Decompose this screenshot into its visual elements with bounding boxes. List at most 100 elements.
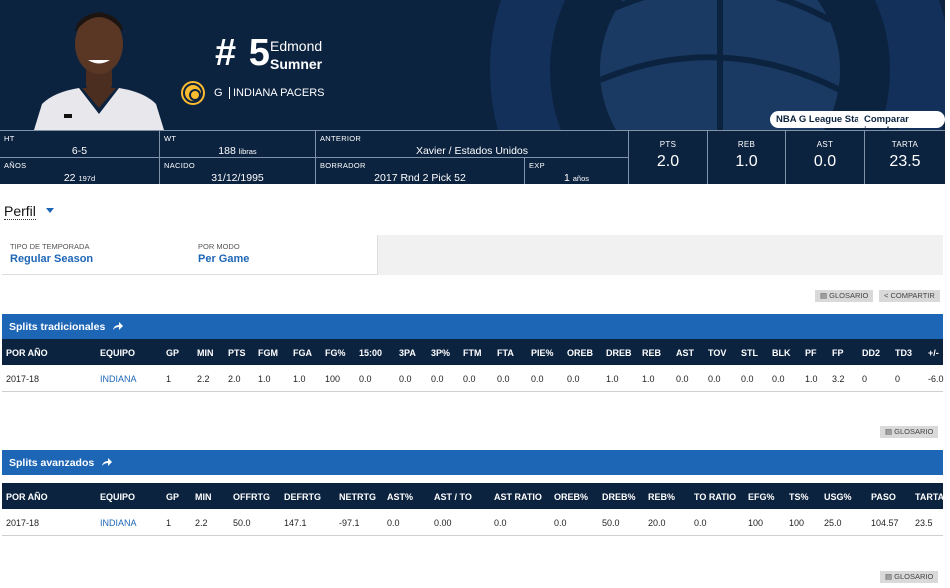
cell-2: 1 xyxy=(166,518,172,528)
column-header-21[interactable]: PF xyxy=(805,348,817,358)
cell-5: 147.1 xyxy=(284,518,307,528)
bio-birthdate: NACIDO 31/12/1995 xyxy=(160,157,316,184)
column-header-19[interactable]: STL xyxy=(741,348,758,358)
column-header-6[interactable]: NETRTG xyxy=(339,492,376,502)
column-header-4[interactable]: PTS xyxy=(228,348,246,358)
stat-reb: REB 1.0 xyxy=(708,130,786,184)
share-arrow-icon[interactable] xyxy=(112,321,124,331)
column-header-12[interactable]: REB% xyxy=(648,492,675,502)
share-button[interactable]: < COMPARTIR xyxy=(879,290,940,302)
cell-7: 0.0 xyxy=(387,518,400,528)
player-position: G xyxy=(214,87,223,99)
column-header-11[interactable]: DREB% xyxy=(602,492,636,502)
column-header-17[interactable]: PASO xyxy=(871,492,896,502)
column-header-0[interactable]: POR AÑO xyxy=(6,492,48,502)
column-header-16[interactable]: USG% xyxy=(824,492,852,502)
column-header-20[interactable]: BLK xyxy=(772,348,791,358)
column-header-18[interactable]: TARTA xyxy=(915,492,944,502)
glossary-button[interactable]: ▤ GLOSARIO xyxy=(880,426,939,438)
column-header-9[interactable]: 3PA xyxy=(399,348,416,358)
column-header-24[interactable]: TD3 xyxy=(895,348,912,358)
column-header-2[interactable]: GP xyxy=(166,492,179,502)
cell-7: 100 xyxy=(325,374,341,384)
cell-0: 2017-18 xyxy=(6,518,40,528)
stat-pts: PTS 2.0 xyxy=(629,130,708,184)
column-header-9[interactable]: AST RATIO xyxy=(494,492,542,502)
cell-11: 50.0 xyxy=(602,518,620,528)
share-arrow-icon[interactable] xyxy=(101,457,113,467)
column-header-4[interactable]: OFFRTG xyxy=(233,492,270,502)
column-header-8[interactable]: AST / TO xyxy=(434,492,472,502)
column-header-0[interactable]: POR AÑO xyxy=(6,348,48,358)
bio-prior: ANTERIOR Xavier / Estados Unidos xyxy=(316,130,629,157)
column-header-5[interactable]: DEFRTG xyxy=(284,492,321,502)
cell-5: 1.0 xyxy=(258,374,271,384)
compare-player-button[interactable]: Comparar jugador xyxy=(858,111,945,130)
column-header-3[interactable]: MIN xyxy=(197,348,214,358)
column-header-12[interactable]: FTA xyxy=(497,348,514,358)
column-header-13[interactable]: PIE% xyxy=(531,348,554,358)
column-header-1[interactable]: EQUIPO xyxy=(100,492,135,502)
stat-pie: TARTA 23.5 xyxy=(865,130,945,184)
column-header-25[interactable]: +/- xyxy=(928,348,939,358)
bio-draft: BORRADOR 2017 Rnd 2 Pick 52 xyxy=(316,157,525,184)
chevron-down-icon[interactable] xyxy=(46,208,54,213)
column-header-23[interactable]: DD2 xyxy=(862,348,880,358)
player-last-name: Sumner xyxy=(270,56,323,72)
column-header-5[interactable]: FGM xyxy=(258,348,278,358)
player-photo xyxy=(34,12,164,130)
column-header-17[interactable]: AST xyxy=(676,348,694,358)
column-header-10[interactable]: 3P% xyxy=(431,348,450,358)
cell-25: -6.0 xyxy=(928,374,944,384)
column-header-7[interactable]: AST% xyxy=(387,492,413,502)
cell-16: 25.0 xyxy=(824,518,842,528)
column-header-14[interactable]: OREB xyxy=(567,348,593,358)
season-type-select[interactable]: Regular Season xyxy=(10,253,93,265)
cell-0: 2017-18 xyxy=(6,374,40,384)
column-header-15[interactable]: DREB xyxy=(606,348,632,358)
column-header-7[interactable]: FG% xyxy=(325,348,346,358)
column-header-14[interactable]: EFG% xyxy=(748,492,775,502)
cell-19: 0.0 xyxy=(741,374,754,384)
cell-1[interactable]: INDIANA xyxy=(100,374,137,384)
column-header-6[interactable]: FGA xyxy=(293,348,312,358)
column-header-1[interactable]: EQUIPO xyxy=(100,348,135,358)
cell-4: 2.0 xyxy=(228,374,241,384)
cell-24: 0 xyxy=(895,374,901,384)
column-header-15[interactable]: TS% xyxy=(789,492,809,502)
column-header-10[interactable]: OREB% xyxy=(554,492,588,502)
player-hero: # 5 Edmond Sumner G INDIANA PACERS NBA G… xyxy=(0,0,945,130)
cell-17: 0.0 xyxy=(676,374,689,384)
column-header-16[interactable]: REB xyxy=(642,348,661,358)
cell-9: 0.0 xyxy=(494,518,507,528)
cell-15: 100 xyxy=(789,518,805,528)
jersey-number: # 5 xyxy=(215,32,271,74)
bio-age: AÑOS 22 197d xyxy=(0,157,160,184)
column-header-2[interactable]: GP xyxy=(166,348,179,358)
cell-1[interactable]: INDIANA xyxy=(100,518,137,528)
column-header-13[interactable]: TO RATIO xyxy=(694,492,736,502)
traditional-splits-title[interactable]: Splits tradicionales xyxy=(2,314,943,339)
cell-10: 0.0 xyxy=(431,374,444,384)
column-header-22[interactable]: FP xyxy=(832,348,844,358)
column-header-18[interactable]: TOV xyxy=(708,348,726,358)
column-header-3[interactable]: MIN xyxy=(195,492,212,502)
glossary-button[interactable]: ▤ GLOSARIO xyxy=(880,571,939,583)
filter-bar: TIPO DE TEMPORADA Regular Season POR MOD… xyxy=(2,235,943,275)
cell-6: -97.1 xyxy=(339,518,360,528)
cell-23: 0 xyxy=(862,374,868,384)
column-header-8[interactable]: 15:00 xyxy=(359,348,382,358)
table-row: 2017-18 INDIANA 1 2.2 2.0 1.0 1.0 100 0.0 0.0 0.0 0… xyxy=(2,365,944,392)
cell-13: 0.0 xyxy=(694,518,707,528)
cell-18: 0.0 xyxy=(708,374,721,384)
glossary-button[interactable]: ▤ GLOSARIO xyxy=(815,290,874,302)
team-logo-icon[interactable] xyxy=(183,83,203,103)
per-mode-select[interactable]: Per Game xyxy=(198,253,249,265)
per-mode-label: POR MODO xyxy=(198,242,240,251)
traditional-table-header: POR AÑO EQUIPO GP MIN PTS FGM FGA FG% 15:00 3PA 3P… xyxy=(2,339,943,365)
advanced-splits-title[interactable]: Splits avanzados xyxy=(2,450,943,475)
cell-3: 2.2 xyxy=(195,518,208,528)
team-link[interactable]: INDIANA PACERS xyxy=(229,87,325,99)
profile-dropdown[interactable]: Perfil xyxy=(4,203,36,220)
column-header-11[interactable]: FTM xyxy=(463,348,482,358)
